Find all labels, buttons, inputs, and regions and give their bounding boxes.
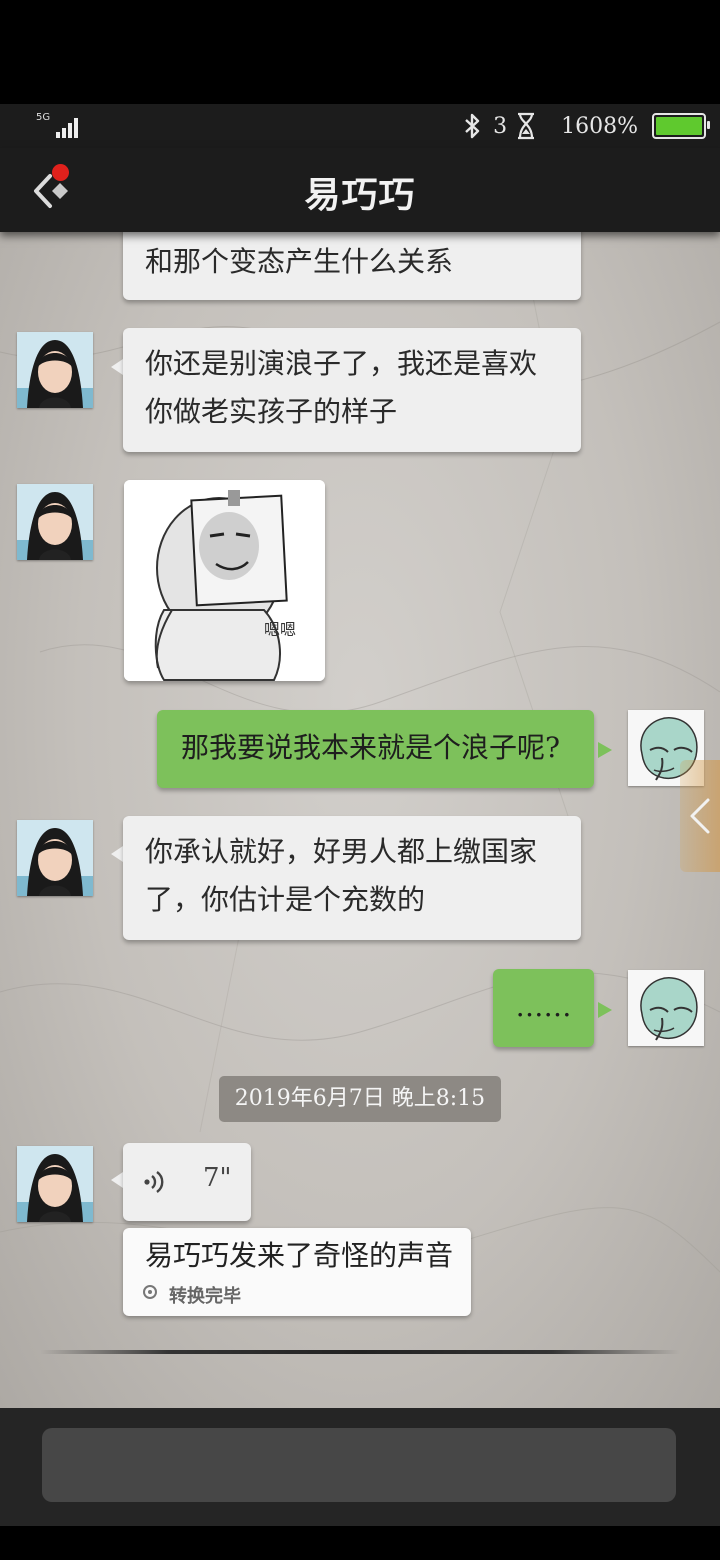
message-bubble[interactable]: 你还是别演浪子了，我还是喜欢 你做老实孩子的样子 — [123, 328, 581, 452]
transcript-status: 转换完毕 — [169, 1286, 241, 1307]
message-line: 了，你估计是个充数的 — [145, 883, 426, 916]
top-inset — [0, 0, 720, 104]
message-text: 那我要说我本来就是个浪子呢? — [181, 731, 561, 764]
voice-wave-icon — [144, 1171, 164, 1193]
meme-sticker-image: 嗯嗯 — [124, 480, 325, 681]
message-text: …… — [515, 990, 572, 1023]
contact-avatar[interactable] — [17, 332, 93, 408]
notification-count: 3 — [493, 113, 508, 139]
message-text: 和那个变态产生什么关系 — [145, 245, 454, 278]
battery-percent: 1608% — [561, 113, 638, 139]
message-line: 你还是别演浪子了，我还是喜欢 — [145, 347, 538, 380]
voice-transcript-card[interactable]: 易巧巧发来了奇怪的声音 转换完毕 — [123, 1228, 471, 1316]
bluetooth-icon — [465, 113, 480, 139]
page-title: 易巧巧 — [304, 174, 416, 216]
status-bar: 5G 3 1608% — [0, 104, 720, 148]
voice-duration: 7" — [203, 1163, 232, 1193]
side-drawer-tab[interactable] — [680, 760, 720, 872]
contact-avatar[interactable] — [17, 820, 93, 896]
sticker-message[interactable]: 嗯嗯 — [124, 480, 325, 681]
contact-avatar[interactable] — [17, 1146, 93, 1222]
sticker-caption: 嗯嗯 — [264, 620, 296, 639]
network-type: 5G — [36, 112, 51, 123]
contact-avatar[interactable] — [17, 484, 93, 560]
timestamp: 2019年6月7日 晚上8:15 — [219, 1076, 501, 1122]
bubble-tail — [111, 846, 123, 862]
my-avatar[interactable] — [628, 970, 704, 1046]
message-input[interactable] — [42, 1428, 676, 1502]
message-bubble[interactable]: 你承认就好，好男人都上缴国家 了，你估计是个充数的 — [123, 816, 581, 940]
battery-icon — [652, 113, 710, 139]
ink-divider — [40, 1350, 680, 1354]
bubble-tail — [111, 359, 123, 375]
bubble-tail — [598, 742, 612, 758]
my-message-bubble[interactable]: 那我要说我本来就是个浪子呢? — [157, 710, 594, 788]
transcript-text: 易巧巧发来了奇怪的声音 — [145, 1239, 454, 1272]
chevron-left-icon — [690, 798, 710, 834]
bottom-inset — [0, 1526, 720, 1560]
title-bar: 易巧巧 — [0, 148, 720, 232]
message-bubble[interactable]: 和那个变态产生什么关系 — [123, 232, 581, 300]
bubble-tail — [111, 1172, 123, 1188]
signal-icon: 5G — [36, 112, 80, 138]
chat-area[interactable]: 和那个变态产生什么关系 你还是别演浪子了，我还是喜欢 你做老实孩子的样子 嗯嗯 … — [0, 232, 720, 1408]
bubble-tail — [598, 1002, 612, 1018]
bottom-bar — [0, 1408, 720, 1526]
my-message-bubble[interactable]: …… — [493, 969, 594, 1047]
hourglass-icon — [518, 112, 535, 140]
voice-message[interactable]: 7" — [123, 1143, 251, 1221]
message-line: 你承认就好，好男人都上缴国家 — [145, 835, 538, 868]
status-radio-icon — [143, 1285, 157, 1299]
message-line: 你做老实孩子的样子 — [145, 395, 398, 428]
